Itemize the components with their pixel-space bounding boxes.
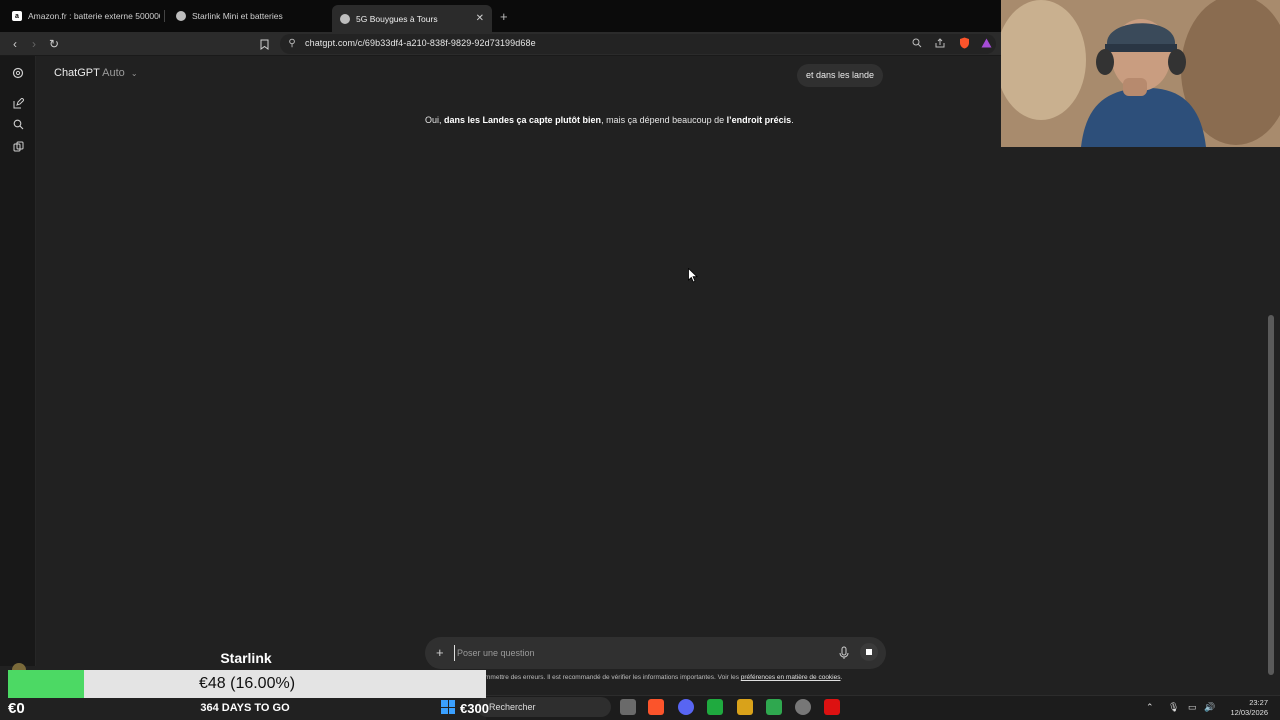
goal-target: €300 [460, 701, 489, 716]
library-icon[interactable] [11, 139, 25, 153]
answer-text: , mais ça dépend beaucoup de [601, 115, 727, 125]
stop-button[interactable] [860, 643, 878, 661]
tab-title: Starlink Mini et batteries [192, 11, 283, 21]
media-player-icon[interactable] [824, 699, 840, 715]
mouse-cursor-icon [688, 268, 698, 283]
clock-time[interactable]: 23:27 [1216, 698, 1268, 707]
brave-rewards-icon[interactable] [980, 37, 992, 49]
spreadsheet-icon[interactable] [707, 699, 723, 715]
chevron-down-icon: ⌄ [130, 69, 138, 78]
model-selector[interactable]: ChatGPT Auto ⌄ [54, 67, 138, 79]
model-mode: Auto [102, 67, 125, 79]
answer-text: Oui, [425, 115, 445, 125]
tab-separator [164, 10, 165, 22]
search-icon[interactable] [11, 117, 25, 131]
settings-icon[interactable] [795, 699, 811, 715]
model-name: ChatGPT [54, 67, 100, 79]
screen: a Amazon.fr : batterie externe 500000 St… [0, 0, 1280, 720]
goal-days-left: 364 DAYS TO GO [200, 702, 290, 714]
assistant-message: Oui, dans les Landes ça capte plutôt bie… [425, 115, 794, 125]
volume-icon[interactable]: 🔊 [1204, 702, 1215, 713]
webcam-image [1001, 0, 1280, 147]
tab-bouygues[interactable]: 5G Bouygues à Tours ✕ [332, 5, 492, 32]
amazon-icon: a [12, 11, 22, 21]
taskbar-search-label: Rechercher [489, 702, 536, 712]
plus-icon[interactable]: + [436, 645, 444, 660]
goal-title: Starlink [220, 650, 272, 666]
new-tab-button[interactable]: + [500, 9, 508, 24]
close-icon[interactable]: ✕ [468, 13, 484, 24]
clock-date[interactable]: 12/03/2026 [1216, 708, 1268, 717]
tab-title: 5G Bouygues à Tours [356, 13, 438, 24]
back-icon[interactable]: ‹ [6, 35, 24, 53]
stop-icon [866, 649, 872, 655]
disclaimer-text: mmettre des erreurs. Il est recommandé d… [485, 674, 741, 681]
play-icon[interactable] [766, 699, 782, 715]
tab-amazon[interactable]: a Amazon.fr : batterie externe 500000 [4, 4, 160, 28]
chevron-up-icon[interactable]: ⌃ [1146, 702, 1154, 713]
share-icon[interactable] [934, 37, 946, 49]
sidebar-rail [0, 56, 36, 666]
message-input[interactable] [454, 645, 814, 661]
chatgpt-icon [340, 13, 350, 24]
task-view-icon[interactable] [620, 699, 636, 715]
microphone-icon[interactable] [838, 646, 850, 660]
brave-shield-icon[interactable] [958, 37, 970, 49]
answer-bold: dans les Landes ça capte plutôt bien [444, 115, 602, 125]
url-text[interactable]: chatgpt.com/c/69b33df4-a210-838f-9829-92… [305, 38, 536, 48]
disclaimer: mmettre des erreurs. Il est recommandé d… [485, 674, 842, 681]
chatgpt-icon [176, 11, 186, 21]
site-info-icon[interactable]: ⚲ [286, 37, 298, 49]
scrollbar[interactable] [1268, 315, 1274, 675]
windows-start-icon[interactable] [441, 700, 455, 714]
answer-text: . [791, 115, 794, 125]
goal-progress-bar: €48 (16.00%) [8, 670, 486, 698]
discord-icon[interactable] [678, 699, 694, 715]
brave-browser-icon[interactable] [648, 699, 664, 715]
tab-title: Amazon.fr : batterie externe 500000 [28, 11, 160, 21]
new-chat-icon[interactable] [11, 96, 25, 110]
webcam-feed [1001, 0, 1280, 147]
display-icon[interactable]: ▭ [1188, 702, 1197, 713]
tab-starlink[interactable]: Starlink Mini et batteries [168, 4, 324, 28]
cookie-preferences-link[interactable]: préférences en matière de cookies [741, 674, 841, 681]
forward-icon[interactable]: › [25, 35, 43, 53]
reload-icon[interactable]: ↻ [45, 35, 63, 53]
goal-amount: €48 (16.00%) [198, 675, 296, 692]
disclaimer-end: . [840, 674, 843, 681]
answer-bold: l’endroit précis [726, 115, 792, 125]
bookmark-icon[interactable] [255, 35, 273, 53]
goal-start: €0 [8, 700, 25, 717]
user-message: et dans les lande [797, 64, 884, 87]
zoom-icon[interactable] [911, 37, 923, 49]
app-icon[interactable] [737, 699, 753, 715]
microphone-tray-icon[interactable]: 🎙 [1168, 702, 1179, 713]
openai-logo-icon[interactable] [11, 66, 25, 80]
